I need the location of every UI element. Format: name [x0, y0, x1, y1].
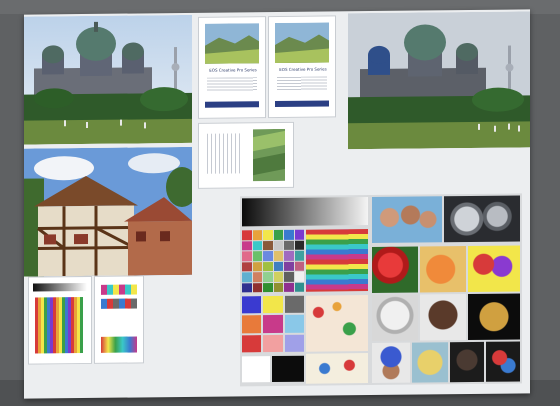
makeup-tile — [486, 341, 520, 382]
swatch — [284, 250, 294, 261]
swatch — [284, 261, 294, 271]
brochure-footer-bar — [275, 100, 329, 108]
swatch — [263, 315, 283, 333]
swatch — [242, 230, 252, 240]
print-sample-sheet: EOS Creative Pro Series EOS Creative Pro… — [24, 9, 530, 399]
swatch — [294, 250, 304, 261]
brochure-title-left: EOS Creative Pro Series — [209, 67, 257, 73]
color-scale-card — [28, 275, 92, 365]
floral-pattern-2 — [306, 353, 368, 384]
swatch — [284, 229, 294, 240]
brochure-text-block — [207, 77, 257, 92]
swatch — [263, 240, 273, 251]
swatch — [242, 282, 252, 293]
berlin-cathedral-photo-right — [348, 11, 530, 150]
floral-pattern-1 — [306, 295, 368, 352]
half-timbered-house-photo — [24, 146, 192, 277]
swatch — [263, 261, 273, 272]
spectrum-stripes — [306, 229, 368, 292]
gears-tile — [444, 195, 520, 243]
swatch — [263, 251, 273, 261]
color-test-chart — [240, 193, 522, 387]
brochure-title-right: EOS Creative Pro Series — [279, 66, 327, 72]
swatch — [263, 295, 283, 314]
spectrum-bars — [35, 297, 83, 354]
swatch — [294, 282, 304, 292]
white-bust-tile — [372, 294, 418, 342]
swatch — [263, 334, 283, 353]
gray-wedge — [33, 282, 87, 292]
printer-patch-card — [94, 275, 144, 364]
brochure-page-2: EOS Creative Pro Series — [268, 15, 336, 119]
swatch — [252, 251, 262, 261]
swatch — [242, 251, 252, 261]
swatch — [273, 240, 283, 251]
dark-portrait-tile — [450, 341, 484, 383]
brochure-footer-bar — [205, 101, 259, 108]
swatch — [242, 261, 252, 272]
swatch — [273, 261, 283, 272]
ink-spectrum-strip — [101, 336, 137, 353]
swatch — [263, 282, 273, 293]
red-roses-tile — [372, 246, 418, 294]
swatch — [242, 272, 252, 282]
swatch — [294, 240, 304, 250]
brochure-text-block — [277, 76, 327, 91]
ink-patches-row-1 — [101, 284, 137, 295]
blue-headwrap-tile — [372, 342, 410, 384]
swatch — [252, 240, 262, 251]
swatch — [284, 334, 304, 352]
folded-brochure-text — [207, 133, 241, 174]
grayscale-gradient — [242, 197, 368, 227]
children-portrait-tile — [372, 196, 442, 244]
swatch — [263, 272, 273, 282]
swatch — [284, 315, 304, 333]
portrait-tile — [420, 294, 466, 341]
color-swatch-grid — [242, 229, 304, 293]
swatch — [284, 271, 294, 282]
swatch — [294, 229, 304, 240]
swatch — [294, 261, 304, 271]
primary-color-grid — [242, 295, 304, 353]
swatch — [242, 240, 252, 251]
printer-logo-box — [242, 356, 270, 383]
swatch — [242, 296, 262, 314]
swatch — [284, 282, 294, 292]
swatch — [284, 295, 304, 314]
swatch — [252, 272, 262, 282]
tulips-tile — [468, 245, 520, 292]
swatch — [242, 334, 262, 353]
swatch — [242, 315, 262, 334]
berlin-cathedral-photo-left — [24, 14, 192, 145]
swatch — [273, 229, 283, 240]
black-patch — [272, 355, 304, 383]
swatch — [273, 250, 283, 261]
swatch — [273, 282, 283, 293]
orange-face-tile — [420, 246, 466, 293]
gold-face-tile — [468, 293, 520, 340]
swatch — [252, 230, 262, 240]
swatch — [252, 282, 262, 293]
swatch — [284, 240, 294, 250]
mask-tile — [412, 342, 448, 383]
folded-brochure — [198, 121, 294, 189]
swatch — [273, 271, 283, 282]
swatch — [263, 230, 273, 240]
swatch — [294, 271, 304, 282]
ink-patches-row-2 — [101, 298, 137, 309]
swatch — [252, 261, 262, 272]
brochure-page-1: EOS Creative Pro Series — [198, 16, 266, 119]
